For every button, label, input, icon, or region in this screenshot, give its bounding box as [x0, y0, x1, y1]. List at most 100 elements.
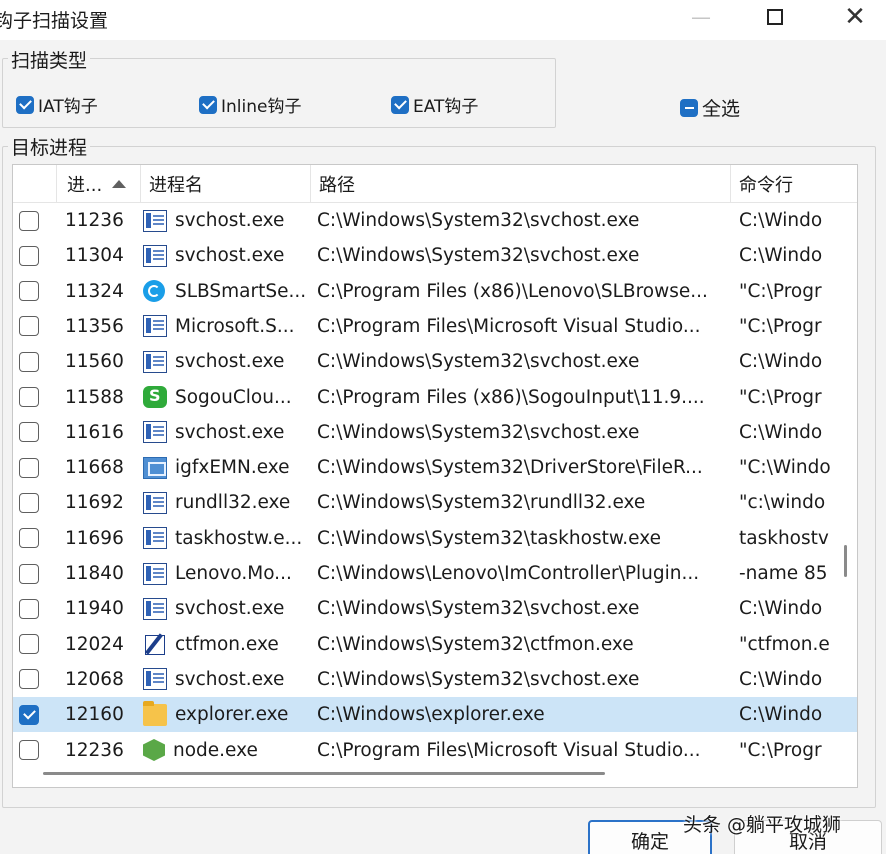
path-cell: C:\Windows\System32\svchost.exe	[317, 351, 640, 373]
row-checkbox[interactable]	[19, 344, 49, 379]
table-row[interactable]: 12160 explorer.exe C:\Windows\explorer.exe…	[13, 697, 857, 733]
pid-cell: 11356	[65, 315, 124, 337]
table-row[interactable]: 12236 node.exe C:\Program Files\Microsoft …	[13, 733, 857, 768]
row-checkbox[interactable]	[19, 450, 49, 485]
column-header-path[interactable]: 路径	[311, 165, 731, 203]
command-line-cell: "C:\Progr	[739, 386, 822, 408]
iat-hook-checkbox[interactable]: IAT钩子	[16, 92, 98, 117]
checkbox-empty-icon	[19, 492, 39, 513]
process-name-cell: igfxEMN.exe	[143, 450, 311, 485]
service-icon	[143, 315, 167, 338]
column-header-checkbox[interactable]	[13, 165, 57, 203]
row-checkbox[interactable]	[19, 627, 49, 662]
table-row[interactable]: 11304 svchost.exe C:\Windows\System32\svch…	[13, 238, 857, 273]
process-name-cell: node.exe	[143, 733, 311, 768]
command-line-cell: "C:\Windo	[739, 457, 831, 479]
service-icon	[143, 668, 167, 691]
pid-cell: 11616	[65, 421, 124, 443]
checkbox-checked-icon	[19, 704, 39, 725]
table-row[interactable]: 11616 svchost.exe C:\Windows\System32\svch…	[13, 415, 857, 450]
row-checkbox[interactable]	[19, 238, 49, 273]
service-icon	[143, 244, 167, 267]
process-name-text: igfxEMN.exe	[175, 457, 290, 479]
path-cell: C:\Program Files\Microsoft Visual Studio…	[317, 739, 701, 761]
pid-cell: 11236	[65, 210, 124, 231]
table-row[interactable]: 11940 svchost.exe C:\Windows\System32\svch…	[13, 591, 857, 626]
row-checkbox[interactable]	[19, 591, 49, 626]
row-checkbox[interactable]	[19, 380, 49, 415]
inline-hook-checkbox[interactable]: Inline钩子	[199, 92, 301, 117]
row-checkbox[interactable]	[19, 556, 49, 591]
pid-cell: 11692	[65, 492, 124, 514]
command-line-cell: C:\Windo	[739, 598, 823, 620]
row-checkbox[interactable]	[19, 662, 49, 697]
table-row[interactable]: 11692 rundll32.exe C:\Windows\System32\run…	[13, 485, 857, 520]
row-checkbox[interactable]	[19, 274, 49, 309]
select-all-checkbox[interactable]: 全选	[680, 94, 740, 121]
checkbox-empty-icon	[19, 316, 39, 337]
service-icon	[143, 597, 167, 620]
pid-cell: 12024	[65, 633, 124, 655]
checkbox-checked-icon	[16, 95, 34, 114]
table-row[interactable]: 11696 taskhostw.e... C:\Windows\System32\t…	[13, 521, 857, 556]
command-line-cell: C:\Windo	[739, 668, 823, 690]
checkbox-checked-icon	[391, 95, 409, 114]
service-icon	[143, 527, 167, 550]
table-row[interactable]: 11668 igfxEMN.exe C:\Windows\System32\Driv…	[13, 450, 857, 485]
table-row[interactable]: 11840 Lenovo.Mo... C:\Windows\Lenovo\ImCon…	[13, 556, 857, 591]
row-checkbox[interactable]	[19, 415, 49, 450]
row-checkbox[interactable]	[19, 521, 49, 556]
vertical-scrollbar[interactable]	[844, 545, 847, 577]
process-name-cell: explorer.exe	[143, 697, 311, 732]
column-header-pid[interactable]: 进...	[57, 165, 141, 203]
table-row[interactable]: 12024 ctfmon.exe C:\Windows\System32\ctfmo…	[13, 627, 857, 662]
table-row[interactable]: 12068 svchost.exe C:\Windows\System32\svch…	[13, 662, 857, 697]
eat-hook-label: EAT钩子	[413, 97, 479, 117]
checkbox-empty-icon	[19, 457, 39, 478]
table-row[interactable]: 11356 Microsoft.S... C:\Program Files\Micr…	[13, 309, 857, 344]
command-line-cell: C:\Windo	[739, 351, 823, 373]
service-icon	[143, 350, 167, 373]
sogou-icon	[143, 386, 167, 408]
close-icon: ✕	[844, 2, 866, 32]
table-row[interactable]: 11324 SLBSmartSe... C:\Program Files (x86)…	[13, 274, 857, 309]
table-row[interactable]: 11560 svchost.exe C:\Windows\System32\svch…	[13, 344, 857, 379]
folder-icon	[143, 700, 167, 726]
row-checkbox[interactable]	[19, 697, 49, 732]
row-checkbox[interactable]	[19, 733, 49, 768]
checkbox-empty-icon	[19, 387, 39, 407]
horizontal-scrollbar[interactable]	[43, 772, 605, 775]
close-button[interactable]: ✕	[832, 0, 878, 34]
path-cell: C:\Windows\System32\ctfmon.exe	[317, 633, 634, 655]
process-name-text: svchost.exe	[175, 351, 285, 373]
row-checkbox[interactable]	[19, 203, 49, 238]
process-name-text: explorer.exe	[175, 704, 289, 726]
command-line-cell: "C:\Progr	[739, 315, 822, 337]
pid-cell: 11696	[65, 527, 124, 549]
path-cell: C:\Windows\System32\svchost.exe	[317, 245, 640, 267]
process-name-cell: svchost.exe	[143, 344, 311, 379]
table-row[interactable]: 11236 svchost.exe C:\Windows\System32\svch…	[13, 203, 857, 238]
row-checkbox[interactable]	[19, 485, 49, 520]
sort-ascending-icon	[112, 180, 127, 188]
row-checkbox[interactable]	[19, 309, 49, 344]
service-icon	[143, 421, 167, 444]
minimize-button[interactable]: —	[678, 0, 724, 34]
process-name-text: svchost.exe	[175, 598, 285, 620]
eat-hook-checkbox[interactable]: EAT钩子	[391, 92, 478, 117]
process-list[interactable]: 进... 进程名 路径 命令行 11236 svchost.exe C:\Windo…	[12, 164, 858, 788]
column-header-command-line[interactable]: 命令行	[731, 165, 857, 203]
checkbox-empty-icon	[19, 740, 39, 760]
service-icon	[143, 209, 167, 232]
process-name-text: taskhostw.e...	[175, 527, 303, 549]
process-name-cell: rundll32.exe	[143, 485, 311, 520]
column-header-process-name[interactable]: 进程名	[141, 165, 311, 203]
select-all-label: 全选	[702, 98, 741, 120]
checkbox-checked-icon	[199, 95, 217, 114]
checkbox-indeterminate-icon	[680, 98, 698, 117]
table-row[interactable]: 11588 SogouClou... C:\Program Files (x86)\…	[13, 380, 857, 415]
process-name-text: svchost.exe	[175, 668, 285, 690]
node-icon	[143, 739, 165, 761]
maximize-button[interactable]	[752, 0, 798, 34]
pid-cell: 11324	[65, 280, 124, 302]
